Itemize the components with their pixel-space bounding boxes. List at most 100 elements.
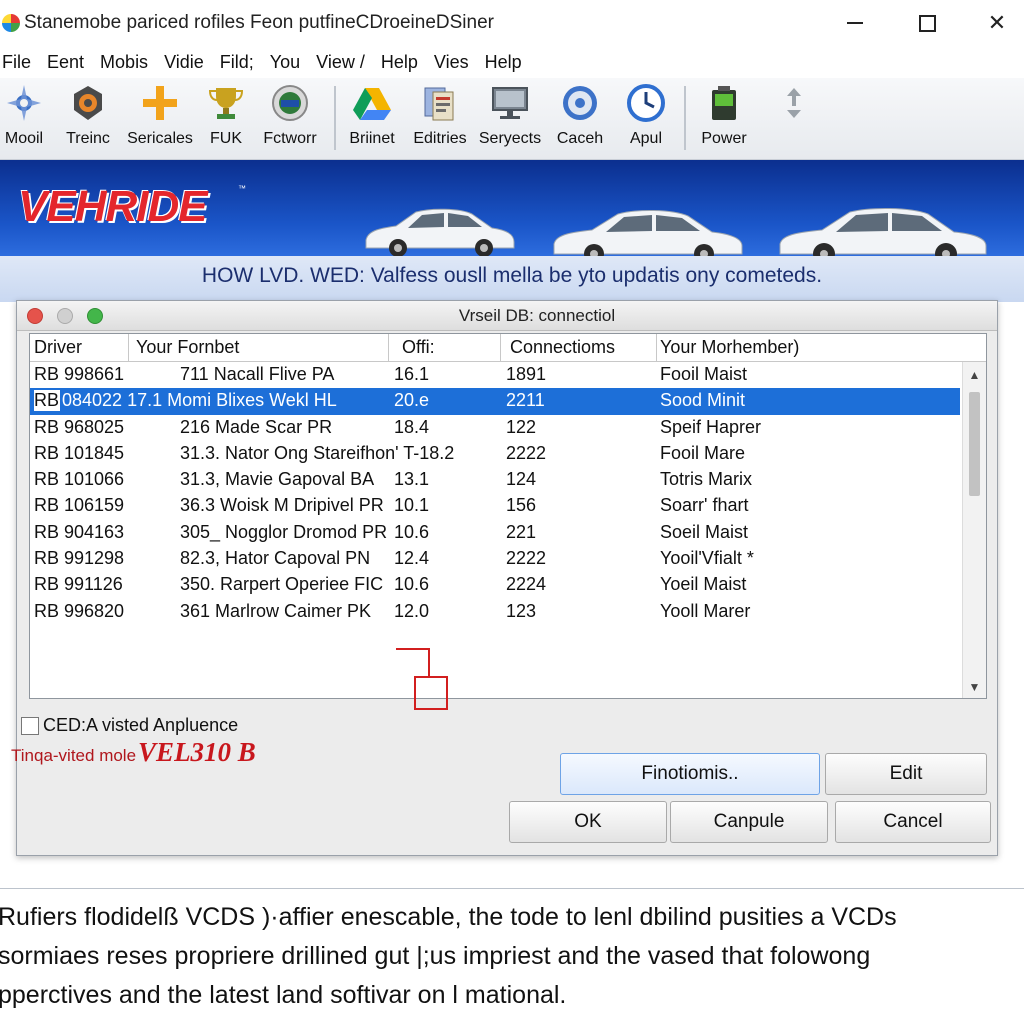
cancel-button[interactable]: Cancel — [835, 801, 991, 843]
cell-driver: RB 106159 — [34, 495, 125, 516]
minimize-button[interactable] — [830, 8, 880, 38]
cell-driver: RB 991298 — [34, 548, 125, 569]
edit-button[interactable]: Edit — [825, 753, 987, 795]
cell-format: 82.3, Hator Capoval PN — [180, 548, 371, 569]
satellite-icon — [2, 82, 46, 124]
table-header: Driver Your Fornbet Offi: Connectioms Yo… — [30, 334, 986, 362]
toolbar-button-fctworr[interactable]: Fctworr — [252, 82, 328, 148]
toolbar-label: Mooil — [4, 130, 44, 147]
toolbar-button-editries[interactable]: Editries — [402, 82, 478, 148]
cell-member: Soeil Maist — [660, 521, 749, 542]
column-divider[interactable] — [388, 334, 389, 362]
menu-eent[interactable]: Eent — [45, 52, 92, 73]
toolbar-label: Fctworr — [263, 130, 317, 147]
table-row[interactable]: RB 996820 361 Marlrow Caimer PK 12.0 123… — [30, 599, 960, 625]
cell-format: 350. Rarpert Operiee FIC — [180, 574, 384, 595]
table-row-selected[interactable]: RB 084022 17.1 Momi Blixes Wekl HL 20.e … — [30, 388, 960, 415]
menu-fild[interactable]: Fild; — [218, 52, 262, 73]
column-header-connections[interactable]: Connectioms — [510, 337, 615, 361]
menu-vidie[interactable]: Vidie — [162, 52, 212, 73]
maximize-button[interactable] — [902, 8, 952, 38]
menu-file[interactable]: File — [0, 52, 39, 73]
table-row[interactable]: RB 101066 31.3, Mavie Gapoval BA 13.1 12… — [30, 467, 960, 493]
toolbar-button-seryects[interactable]: Seryects — [472, 82, 548, 148]
close-button[interactable]: ✕ — [972, 8, 1022, 38]
visited-checkbox-label: CED:A visted Anpluence — [43, 715, 239, 735]
version-label: Tinqa-vited mole — [11, 746, 137, 765]
toolbar-label: Editries — [413, 130, 467, 147]
scroll-up-icon[interactable]: ▲ — [963, 364, 986, 386]
toolbar: Mooil Treinc Sericales FUK Fctworr Briin… — [0, 78, 1024, 160]
functions-button[interactable]: Finotiomis.. — [560, 753, 820, 795]
cell-format: 084022 17.1 Momi Blixes Wekl HL — [62, 390, 337, 411]
capule-button[interactable]: Canpule — [670, 801, 828, 843]
cell-offi: 10.1 — [394, 495, 430, 516]
cell-driver: RB 991126 — [34, 574, 123, 595]
documents-icon — [418, 82, 462, 124]
table-row[interactable]: RB 101845 31.3. Nator Ong Stareifhon' T-… — [30, 441, 960, 467]
menu-vies[interactable]: Vies — [432, 52, 477, 73]
cell-format: 36.3 Woisk M Dripivel PR — [180, 495, 384, 516]
cell-format: 711 Nacall Flive PA — [180, 364, 335, 384]
toolbar-button-arrows[interactable] — [756, 82, 832, 124]
ok-button[interactable]: OK — [509, 801, 667, 843]
toolbar-button-treinc[interactable]: Treinc — [50, 82, 126, 148]
table-row[interactable]: RB 991298 82.3, Hator Capoval PN 12.4 22… — [30, 546, 960, 572]
toolbar-label: FUK — [210, 130, 242, 147]
visited-checkbox-row[interactable]: CED:A visted Anpluence — [21, 715, 238, 736]
menu-help[interactable]: Help — [379, 52, 426, 73]
menu-view[interactable]: View / — [314, 52, 373, 73]
cell-offi: 10.6 — [394, 574, 430, 595]
cell-driver: RB 998661 — [34, 364, 125, 384]
cell-offi: 10.6 — [394, 521, 430, 542]
cell-offi: 16.1 — [394, 364, 430, 384]
battery-icon — [702, 82, 746, 124]
column-header-member[interactable]: Your Morhember) — [660, 337, 799, 361]
connection-dialog: Vrseil DB: connectiol Driver Your Fornbe… — [11, 300, 998, 856]
menu-help-2[interactable]: Help — [483, 52, 530, 73]
car-image — [365, 208, 515, 257]
table-row[interactable]: RB 968025 216 Made Scar PR 18.4 122 Spei… — [30, 415, 960, 441]
menu-mobis[interactable]: Mobis — [98, 52, 156, 73]
column-divider[interactable] — [128, 334, 129, 362]
annotation-box — [414, 676, 448, 710]
cell-offi: 18.4 — [394, 416, 430, 437]
menu-you[interactable]: You — [268, 52, 308, 73]
column-header-driver[interactable]: Driver — [34, 337, 82, 361]
column-header-offi[interactable]: Offi: — [402, 337, 435, 361]
toolbar-label: Power — [701, 130, 747, 147]
column-divider[interactable] — [500, 334, 501, 362]
table-row[interactable]: RB 904163 305_ Nogglor Dromod PR 10.6 22… — [30, 520, 960, 546]
cell-connections: 221 — [506, 521, 537, 542]
cell-format: 216 Made Scar PR — [180, 416, 333, 437]
toolbar-button-apul[interactable]: Apul — [608, 82, 684, 148]
vertical-scrollbar[interactable]: ▲ ▼ — [962, 362, 986, 698]
toolbar-label: Sericales — [127, 130, 193, 147]
banner-tagline: HOW LVD. WED: Valfess ousll mella be yto… — [201, 264, 823, 287]
toolbar-button-caceh[interactable]: Caceh — [542, 82, 618, 148]
table-row[interactable]: RB 991126 350. Rarpert Operiee FIC 10.6 … — [30, 572, 960, 598]
cell-driver: RB 968025 — [34, 416, 125, 437]
toolbar-button-power[interactable]: Power — [686, 82, 762, 148]
column-header-format[interactable]: Your Fornbet — [136, 337, 239, 361]
cell-offi: 20.e — [394, 390, 430, 411]
scroll-thumb[interactable] — [969, 392, 980, 496]
cell-format: 31.3. Nator Ong Stareifhon' T-18.2 — [180, 442, 455, 463]
column-divider[interactable] — [656, 334, 657, 362]
scroll-down-icon[interactable]: ▼ — [963, 676, 986, 698]
toolbar-button-briinet[interactable]: Briinet — [334, 82, 410, 148]
toolbar-button-sericales[interactable]: Sericales — [122, 82, 198, 148]
cell-member: Fooil Mare — [660, 442, 746, 463]
drivers-table: Driver Your Fornbet Offi: Connectioms Yo… — [29, 333, 987, 710]
cell-connections: 122 — [506, 416, 537, 437]
cell-member: Fooil Maist — [660, 364, 748, 384]
cell-member: Totris Marix — [660, 469, 753, 490]
table-row[interactable]: RB 106159 36.3 Woisk M Dripivel PR 10.1 … — [30, 493, 960, 519]
plus-icon — [138, 82, 182, 124]
visited-checkbox[interactable] — [21, 716, 39, 735]
arrows-icon — [772, 82, 816, 124]
table-row[interactable]: RB 998661 711 Nacall Flive PA 16.1 1891 … — [30, 362, 960, 388]
cell-driver: RB — [34, 390, 60, 412]
cell-offi: 12.0 — [394, 600, 430, 621]
cell-driver: RB 101845 — [34, 442, 125, 463]
